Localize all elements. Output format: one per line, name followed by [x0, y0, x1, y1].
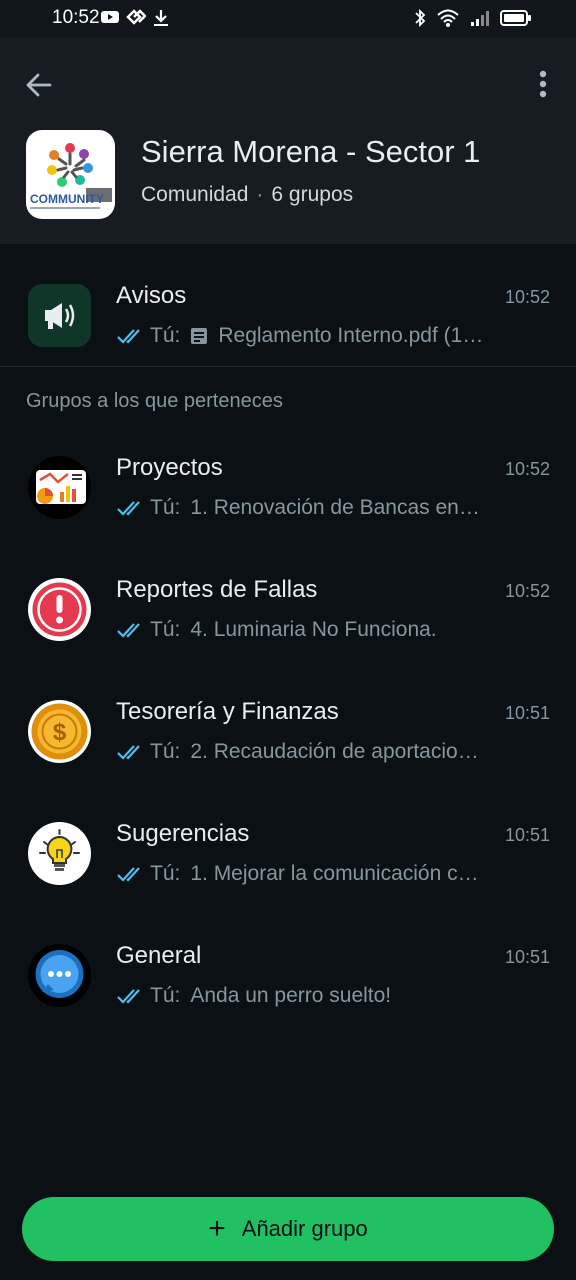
- community-logo-icon: COMMUNITY: [30, 143, 112, 209]
- community-avatar[interactable]: COMMUNITY: [26, 130, 115, 219]
- add-group-label: Añadir grupo: [241, 1216, 368, 1241]
- double-check-icon: [117, 745, 140, 760]
- groups-count: 6 grupos: [271, 183, 354, 206]
- message-sender: Tú:: [150, 740, 181, 763]
- more-vert-icon: [539, 70, 547, 98]
- message-preview: 1. Renovación de Bancas en…: [190, 496, 480, 519]
- group-row-reportes[interactable]: Reportes de Fallas 10:52 Tú: 4. Luminari…: [0, 550, 576, 660]
- groups-section-label: Grupos a los que perteneces: [26, 390, 283, 412]
- megaphone-icon: [45, 303, 75, 329]
- group-title: Sugerencias: [116, 820, 250, 847]
- download-icon: [154, 10, 168, 26]
- group-row-sugerencias[interactable]: Sugerencias 10:51 Tú: 1. Mejorar la comu…: [0, 794, 576, 904]
- double-check-icon: [117, 501, 140, 516]
- group-time: 10:51: [504, 947, 550, 967]
- group-row-proyectos[interactable]: Proyectos 10:52 Tú: 1. Renovación de Ban…: [0, 428, 576, 538]
- svg-text:COMMUNITY: COMMUNITY: [30, 192, 104, 206]
- group-title: Tesorería y Finanzas: [116, 698, 339, 725]
- group-last-message: Tú: 2. Recaudación de aportacio…: [116, 740, 546, 764]
- group-time: 10:51: [504, 703, 550, 723]
- message-sender: Tú:: [150, 984, 181, 1007]
- group-avatar: [28, 456, 91, 519]
- alert-icon: [32, 582, 87, 637]
- group-time: 10:52: [504, 581, 550, 601]
- message-sender: Tú:: [150, 618, 181, 641]
- status-notification-icons: [100, 9, 170, 27]
- group-last-message: Tú: 1. Renovación de Bancas en…: [116, 496, 546, 520]
- back-button[interactable]: [22, 68, 56, 102]
- group-last-message: Tú: 1. Mejorar la comunicación c…: [116, 862, 546, 886]
- community-name: Sierra Morena - Sector 1: [141, 134, 481, 169]
- group-avatar: $: [28, 700, 91, 763]
- bluetooth-icon: [415, 8, 426, 28]
- announcements-title: Avisos: [116, 282, 187, 309]
- more-options-button[interactable]: [536, 68, 550, 102]
- message-sender: Tú:: [150, 496, 181, 519]
- svg-text:$: $: [53, 719, 67, 746]
- group-title: Proyectos: [116, 454, 223, 481]
- tiktok-like-icon: [126, 9, 146, 25]
- message-preview: Reglamento Interno.pdf (1…: [218, 324, 484, 347]
- community-header: COMMUNITY Sierra Morena - Sector 1 Comun…: [0, 38, 576, 244]
- group-avatar: [28, 578, 91, 641]
- wifi-icon: [437, 9, 459, 27]
- chart-icon: [36, 470, 86, 504]
- add-group-button[interactable]: + Añadir grupo: [22, 1197, 554, 1261]
- separator-dot: ·: [256, 183, 264, 206]
- message-sender: Tú:: [150, 862, 181, 885]
- divider: [0, 366, 576, 367]
- lightbulb-icon: [39, 829, 80, 871]
- community-type: Comunidad: [141, 183, 249, 206]
- group-avatar: [28, 944, 91, 1007]
- group-last-message: Tú: Anda un perro suelto!: [116, 984, 546, 1008]
- status-time: 10:52: [52, 7, 100, 28]
- document-icon: [191, 328, 208, 344]
- group-title: Reportes de Fallas: [116, 576, 318, 603]
- signal-icon: [471, 11, 489, 26]
- message-preview: 2. Recaudación de aportacio…: [190, 740, 479, 763]
- message-sender: Tú:: [150, 324, 181, 347]
- message-preview: Anda un perro suelto!: [190, 984, 392, 1007]
- back-arrow-icon: [26, 73, 52, 97]
- community-subtitle: Comunidad · 6 grupos: [141, 183, 353, 207]
- double-check-icon: [117, 329, 140, 344]
- announcements-time: 10:52: [504, 287, 550, 307]
- announcements-last-message: Tú: Reglamento Interno.pdf (1…: [116, 324, 546, 348]
- message-preview: 4. Luminaria No Funciona.: [190, 618, 437, 641]
- status-bar: 10:52: [0, 0, 576, 38]
- double-check-icon: [117, 867, 140, 882]
- youtube-icon: [101, 11, 119, 23]
- group-row-general[interactable]: General 10:51 Tú: Anda un perro suelto!: [0, 916, 576, 1026]
- status-system-icons: [413, 8, 532, 28]
- group-time: 10:52: [504, 459, 550, 479]
- plus-icon: +: [208, 1212, 226, 1245]
- double-check-icon: [117, 623, 140, 638]
- double-check-icon: [117, 989, 140, 1004]
- message-preview: 1. Mejorar la comunicación c…: [190, 862, 479, 885]
- announcements-avatar: [28, 284, 91, 347]
- battery-icon: [500, 10, 531, 26]
- group-title: General: [116, 942, 202, 969]
- group-avatar: [28, 822, 91, 885]
- group-time: 10:51: [504, 825, 550, 845]
- coin-icon: $: [31, 703, 88, 760]
- group-row-tesoreria[interactable]: $ Tesorería y Finanzas 10:51 Tú: 2. Reca…: [0, 672, 576, 782]
- chat-bubble-icon: [35, 950, 84, 998]
- announcements-row[interactable]: Avisos 10:52 Tú: Reglamento Interno.pdf …: [0, 256, 576, 366]
- group-last-message: Tú: 4. Luminaria No Funciona.: [116, 618, 546, 642]
